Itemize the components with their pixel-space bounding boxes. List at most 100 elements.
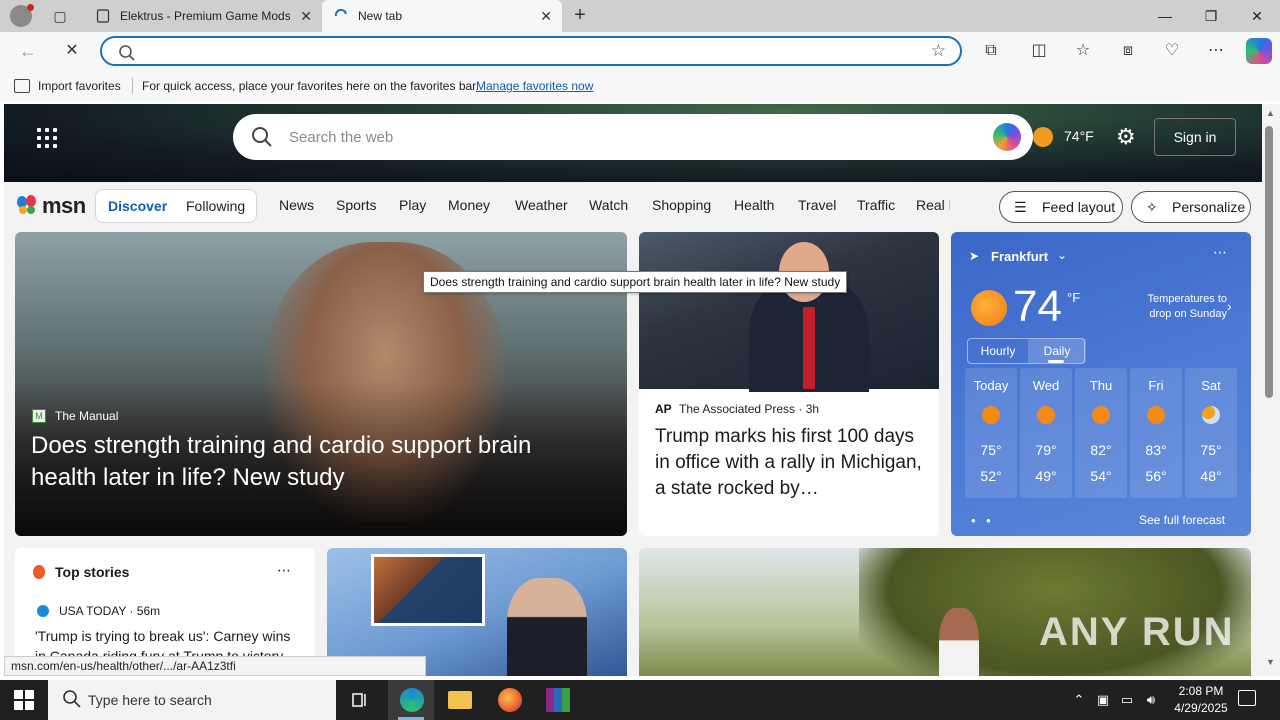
system-clock[interactable]: 2:08 PM 4/29/2025 <box>1166 683 1236 717</box>
chevron-down-icon[interactable]: ⌄ <box>1057 248 1067 262</box>
more-options-icon[interactable]: ⋯ <box>1213 244 1228 261</box>
network-icon[interactable]: ▭ <box>1118 680 1136 720</box>
extensions-icon[interactable]: ⧉ <box>980 40 1002 62</box>
tab-discover[interactable]: Discover <box>108 198 167 214</box>
article-source[interactable]: The Manual <box>55 409 118 423</box>
nav-sports[interactable]: Sports <box>336 197 376 213</box>
browser-essentials-icon[interactable]: ♡ <box>1161 40 1183 62</box>
app-launcher-icon[interactable] <box>37 128 57 148</box>
forecast-day[interactable]: Today 75° 52° <box>965 368 1017 498</box>
collections-icon[interactable]: ⧈ <box>1117 40 1139 62</box>
file-explorer-icon[interactable] <box>436 680 482 720</box>
sun-icon <box>971 290 1007 326</box>
nav-health[interactable]: Health <box>734 197 774 213</box>
sign-in-button[interactable]: Sign in <box>1154 118 1236 156</box>
weather-note[interactable]: Temperatures to drop on Sunday <box>1127 292 1227 322</box>
solar-roof-image <box>371 554 485 626</box>
import-favorites-button[interactable]: Import favorites <box>38 70 121 102</box>
show-hidden-icons[interactable]: ⌃ <box>1070 680 1088 720</box>
nav-shopping[interactable]: Shopping <box>652 197 711 213</box>
scroll-down-icon[interactable]: ▼ <box>1266 657 1275 667</box>
favorite-star-icon[interactable]: ☆ <box>931 41 946 61</box>
tab-following[interactable]: Following <box>186 198 245 214</box>
carousel-dots[interactable]: ● ● <box>971 516 995 525</box>
copilot-icon[interactable] <box>1246 38 1272 64</box>
stop-loading-button[interactable]: ✕ <box>60 39 84 63</box>
notification-center-icon[interactable] <box>1238 690 1256 706</box>
more-options-icon[interactable]: ⋯ <box>1205 40 1227 62</box>
nav-weather[interactable]: Weather <box>515 197 568 213</box>
article-source[interactable]: The Associated Press · 3h <box>679 402 819 416</box>
close-window-button[interactable]: ✕ <box>1234 0 1280 32</box>
image-tie <box>803 307 815 389</box>
scroll-up-icon[interactable]: ▲ <box>1266 108 1275 118</box>
nav-news[interactable]: News <box>279 197 314 213</box>
tab-close-icon[interactable]: ✕ <box>300 0 312 32</box>
edge-taskbar-icon[interactable] <box>388 680 434 720</box>
forecast-day[interactable]: Wed 79° 49° <box>1020 368 1072 498</box>
nav-real-estate[interactable]: Real E <box>916 197 950 213</box>
task-view-glyph <box>352 693 366 707</box>
chevron-right-icon[interactable]: › <box>1227 298 1232 314</box>
device-icon[interactable]: ▣ <box>1094 680 1112 720</box>
favorites-icon[interactable]: ☆ <box>1072 40 1094 62</box>
toggle-hourly[interactable]: Hourly <box>968 339 1028 363</box>
article-card-runner[interactable]: ANY RUN <box>639 548 1251 676</box>
more-options-icon[interactable]: ⋯ <box>277 562 292 579</box>
top-stories-title[interactable]: Top stories <box>55 564 129 580</box>
task-view-icon[interactable] <box>337 680 383 720</box>
tab-new-tab[interactable]: New tab ✕ <box>322 0 562 32</box>
taskbar-search[interactable]: Type here to search <box>48 680 336 720</box>
high-temp: 75° <box>980 442 1002 458</box>
search-placeholder: Search the web <box>289 129 394 146</box>
msn-wordmark: msn <box>42 193 86 218</box>
article-headline[interactable]: Does strength training and cardio suppor… <box>31 430 601 494</box>
address-bar[interactable]: ☆ <box>100 36 962 66</box>
volume-icon[interactable]: 🔊︎ <box>1142 680 1160 720</box>
feed-layout-button[interactable]: ☰ Feed layout <box>999 191 1123 223</box>
restore-button[interactable]: ❐ <box>1188 0 1234 32</box>
nav-play[interactable]: Play <box>399 197 426 213</box>
firefox-icon[interactable] <box>486 680 532 720</box>
forecast-day[interactable]: Thu 82° 54° <box>1075 368 1127 498</box>
low-temp: 56° <box>1145 468 1167 484</box>
page-scrollbar[interactable]: ▲ ▼ <box>1262 104 1280 676</box>
weather-location[interactable]: Frankfurt <box>991 249 1048 264</box>
profile-avatar[interactable] <box>10 4 34 27</box>
copilot-search-icon[interactable] <box>993 123 1021 151</box>
low-temp: 54° <box>1090 468 1112 484</box>
hero-temperature[interactable]: 74°F <box>1064 128 1094 144</box>
forecast-day[interactable]: Sat 75° 48° <box>1185 368 1237 498</box>
minimize-button[interactable]: — <box>1142 0 1188 32</box>
start-button[interactable] <box>14 690 34 710</box>
personalize-button[interactable]: ✧ Personalize <box>1131 191 1251 223</box>
headline-tooltip: Does strength training and cardio suppor… <box>423 271 848 293</box>
split-screen-icon[interactable]: ◫ <box>1028 40 1050 62</box>
nav-travel[interactable]: Travel <box>798 197 836 213</box>
forecast-day[interactable]: Fri 83° 56° <box>1130 368 1182 498</box>
new-tab-button[interactable]: + <box>568 4 592 28</box>
nav-money[interactable]: Money <box>448 197 490 213</box>
nav-watch[interactable]: Watch <box>589 197 628 213</box>
article-headline[interactable]: Trump marks his first 100 days in office… <box>655 424 927 502</box>
back-button[interactable]: ← <box>16 39 40 63</box>
see-full-forecast-link[interactable]: See full forecast <box>1139 513 1225 527</box>
story-source[interactable]: USA TODAY · 56m <box>59 604 160 618</box>
low-temp: 52° <box>980 468 1002 484</box>
temperature-unit[interactable]: °F <box>1067 290 1080 305</box>
winrar-icon[interactable] <box>534 680 580 720</box>
web-search-box[interactable]: Search the web <box>233 114 1033 160</box>
scroll-thumb[interactable] <box>1265 126 1273 398</box>
tab-close-icon[interactable]: ✕ <box>540 0 552 32</box>
address-input[interactable] <box>148 41 908 61</box>
tab-actions-icon[interactable]: ▢ <box>50 6 70 26</box>
settings-gear-icon[interactable]: ⚙ <box>1116 124 1136 150</box>
day-name: Today <box>973 378 1009 393</box>
tab-elektrus[interactable]: Elektrus - Premium Game Mods | ✕ <box>84 0 322 32</box>
nav-traffic[interactable]: Traffic <box>857 197 895 213</box>
hero-background: Search the web 74°F ⚙ Sign in <box>4 104 1262 182</box>
manage-favorites-link[interactable]: Manage favorites now <box>476 70 593 102</box>
current-temperature: 74 <box>1013 282 1062 331</box>
news-anchor-image <box>507 578 587 676</box>
weather-card[interactable]: ➤ Frankfurt ⌄ ⋯ 74 °F Temperatures to dr… <box>951 232 1251 536</box>
